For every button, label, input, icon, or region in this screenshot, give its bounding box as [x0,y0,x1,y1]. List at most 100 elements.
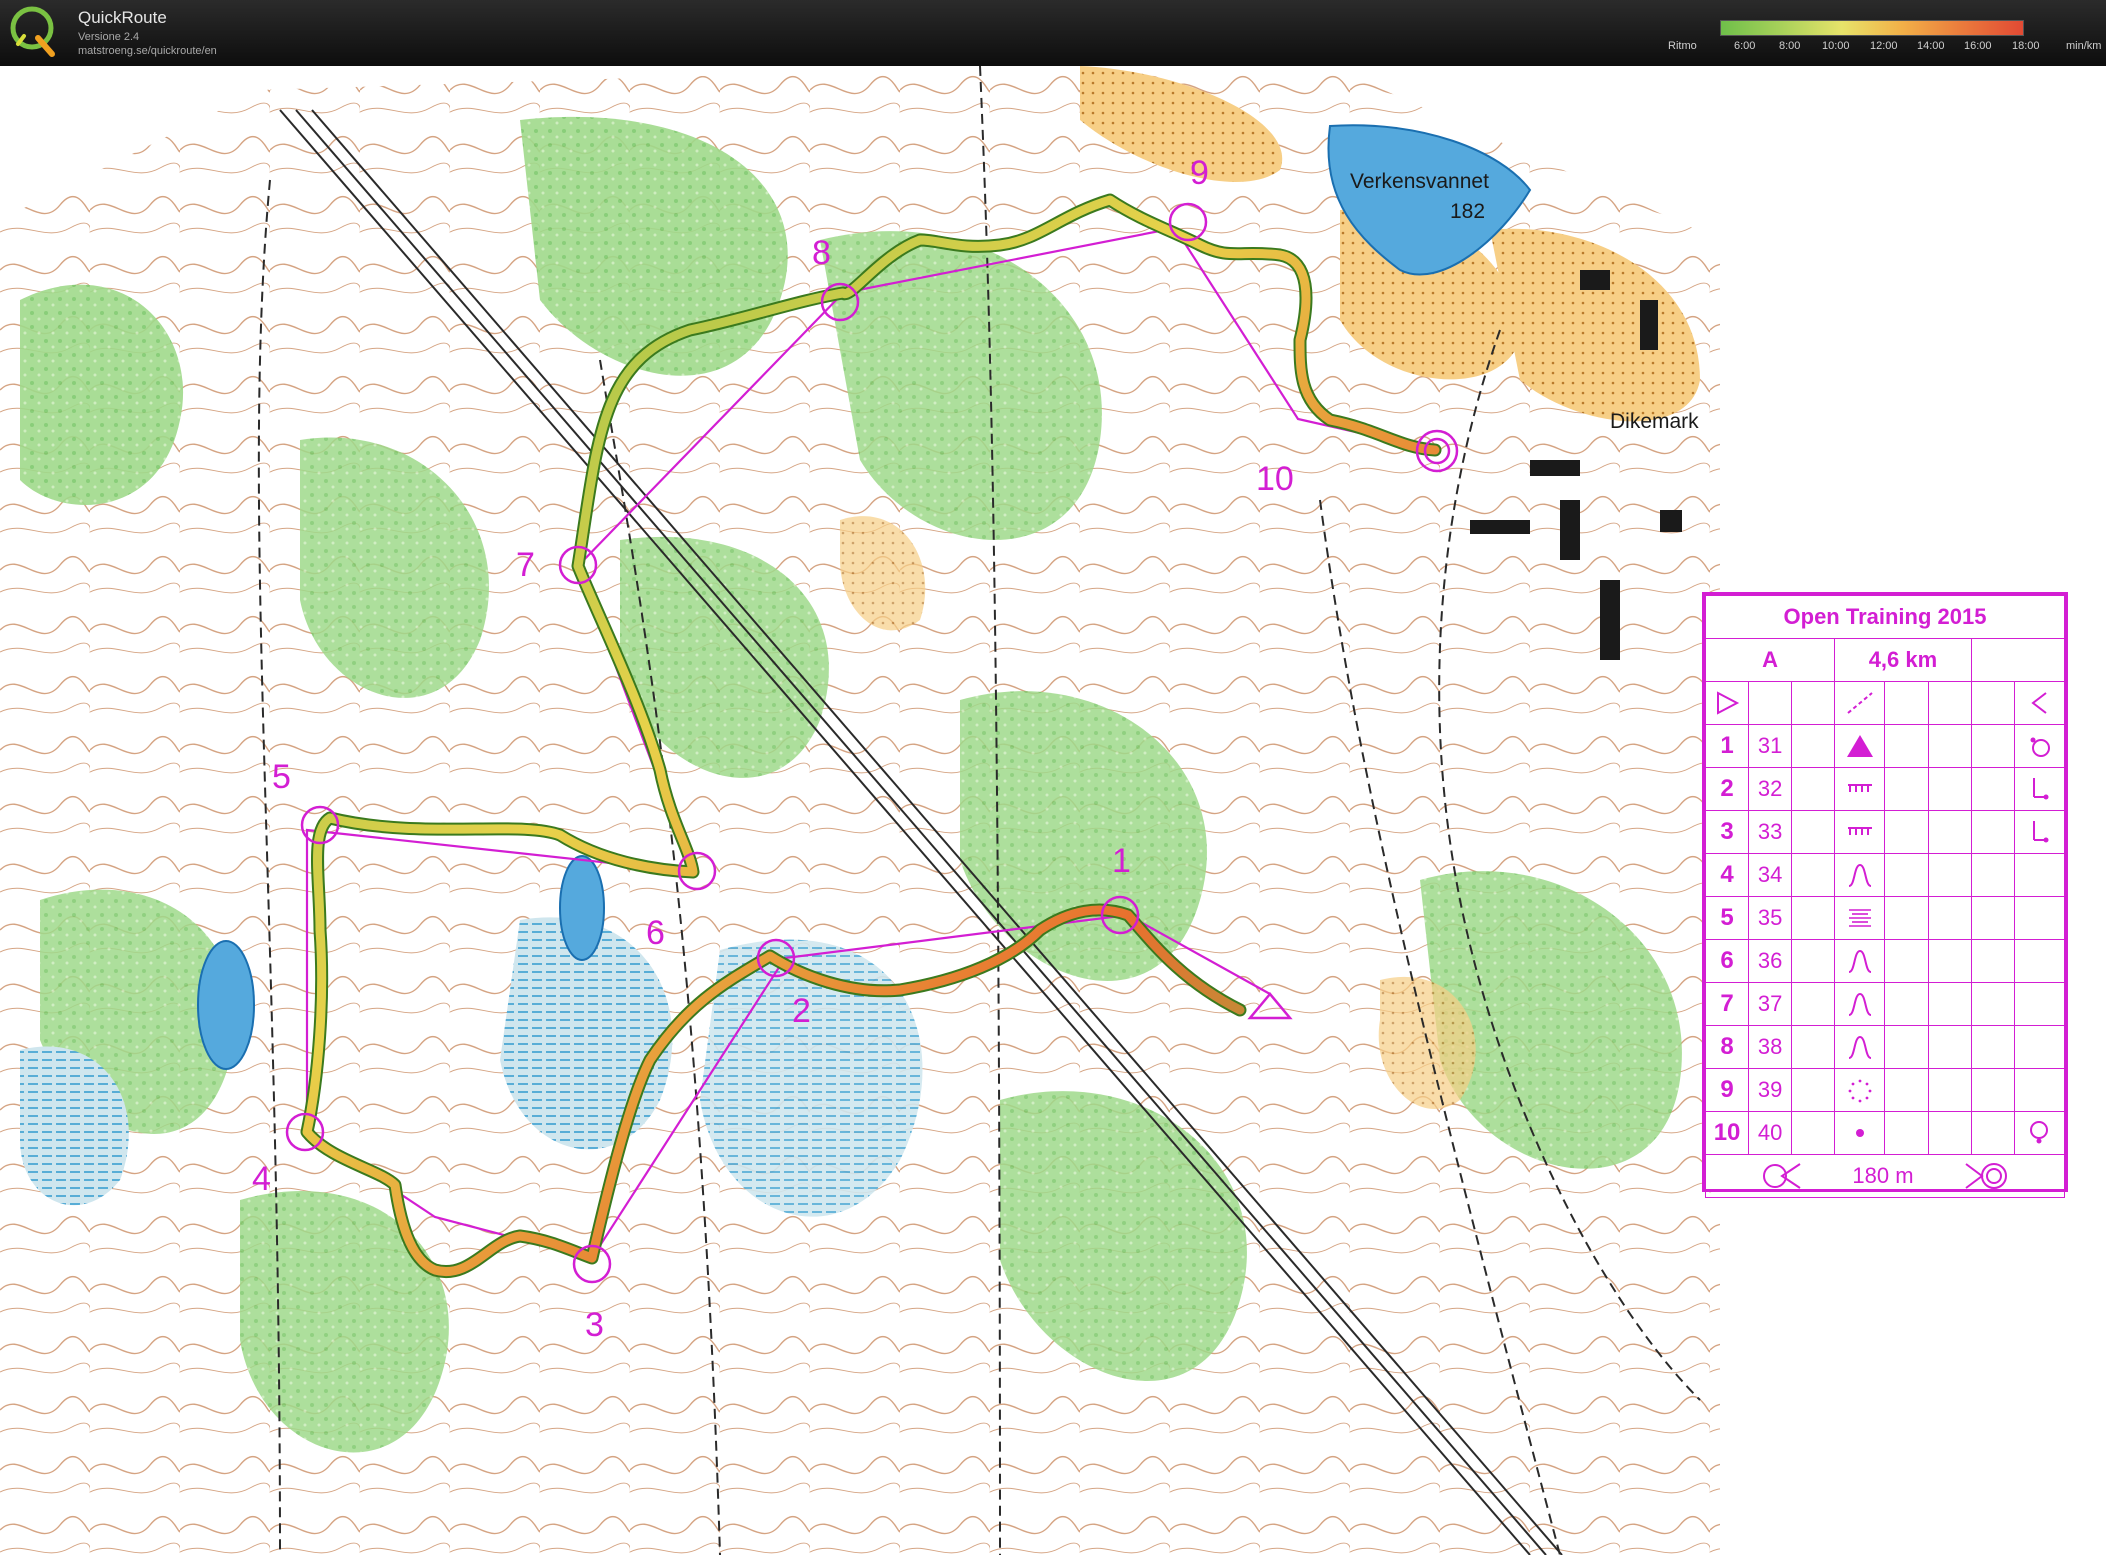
pace-tick: 10:00 [1822,40,1850,52]
feature-symbol [1834,724,1886,768]
description-row: 5 35 [1704,896,2066,940]
lake [559,855,605,961]
circle-tl-icon [2030,737,2051,757]
control-number-2: 2 [792,992,811,1030]
track-line-icon [1847,692,1873,714]
wall-icon [1847,827,1872,835]
control-code: 33 [1748,810,1793,854]
finish-row: 180 m [1705,1154,2065,1198]
control-sequence: 3 [1704,810,1750,854]
feature-symbol [1834,853,1886,897]
feature-symbol [1834,1068,1886,1112]
finish-start-icon [1763,1163,1801,1189]
pace-tick: 18:00 [2012,40,2040,52]
feature-symbol [1834,896,1886,940]
course-class: A [1704,638,1836,682]
dot-icon [1855,1129,1864,1137]
pace-tick: 16:00 [1964,40,1992,52]
control-sequence: 1 [1704,724,1750,768]
pace-tick: 6:00 [1734,40,1756,52]
control-code: 37 [1748,982,1793,1026]
app-version: Versione 2.4 matstroeng.se/quickroute/en [78,30,217,58]
feature-symbol [1834,1111,1886,1155]
location-symbol [2013,810,2066,854]
feature-symbol [1834,1025,1886,1069]
control-number-5: 5 [272,758,291,796]
finish-distance: 180 m [1852,1163,1914,1188]
start-location [2013,681,2066,725]
feature-symbol [1834,767,1886,811]
app-url[interactable]: matstroeng.se/quickroute/en [78,44,217,58]
description-row: 1 31 [1704,724,2066,768]
control-sequence: 5 [1704,896,1750,940]
control-number-1: 1 [1112,842,1131,880]
knoll-icon [1848,1035,1872,1059]
pace-tick: 12:00 [1870,40,1898,52]
control-code: 35 [1748,896,1793,940]
pace-tick: 14:00 [1917,40,1945,52]
description-row: 6 36 [1704,939,2066,983]
control-sequence: 7 [1704,982,1750,1026]
control-code: 34 [1748,853,1793,897]
control-sequence: 2 [1704,767,1750,811]
knoll-icon [1848,992,1872,1016]
feature-symbol [1834,810,1886,854]
control-number-9: 9 [1190,154,1209,192]
description-row: 2 32 [1704,767,2066,811]
start-triangle-icon [1717,691,1740,715]
lake [197,940,255,1070]
control-sequence: 9 [1704,1068,1750,1112]
foot-icon [2033,778,2049,800]
quickroute-logo-icon [10,6,55,57]
start-feature [1834,681,1886,725]
description-row: 8 38 [1704,1025,2066,1069]
pace-gradient-bar [1720,20,2024,36]
knoll-icon [1848,949,1872,973]
description-row: 7 37 [1704,982,2066,1026]
course-title: Open Training 2015 [1705,595,2065,639]
control-number-8: 8 [812,234,831,272]
lake-height: 182 [1450,200,1485,223]
marsh-icon [1848,909,1871,927]
app-title: QuickRoute [78,8,167,27]
knoll-icon [1848,863,1872,887]
pace-legend-label: Ritmo [1668,40,1697,52]
foot-icon [2033,821,2049,843]
control-sequence: 6 [1704,939,1750,983]
course-length: 4,6 km [1834,638,1972,682]
control-code: 40 [1748,1111,1793,1155]
control-sequence: 8 [1704,1025,1750,1069]
control-number-6: 6 [646,914,665,952]
control-code: 39 [1748,1068,1793,1112]
version-text: Versione 2.4 [78,31,140,43]
depression-dotted-icon [1848,1079,1872,1103]
pace-unit: min/km [2066,40,2102,52]
angle-icon [2031,692,2047,714]
location-symbol [2013,1111,2066,1155]
circle-bottom-icon [2030,1121,2049,1144]
control-number-10: 10 [1256,460,1294,498]
description-row: 10 40 [1704,1111,2066,1155]
control-sequence: 4 [1704,853,1750,897]
pace-tick: 8:00 [1779,40,1801,52]
control-sequence: 10 [1704,1111,1750,1155]
location-symbol [2013,767,2066,811]
description-row: 3 33 [1704,810,2066,854]
control-code: 32 [1748,767,1793,811]
description-row: 9 39 [1704,1068,2066,1112]
finish-end-icon [1965,1163,2007,1189]
control-code: 36 [1748,939,1793,983]
location-symbol [2013,724,2066,768]
description-row: 4 34 [1704,853,2066,897]
control-number-4: 4 [252,1160,271,1198]
app-header: QuickRoute Versione 2.4 matstroeng.se/qu… [0,0,2106,66]
control-code: 31 [1748,724,1793,768]
triangle-solid-icon [1846,735,1873,757]
orienteering-map[interactable]: 1 2 3 4 5 6 7 8 9 10 Verkensvannet 182 D… [0,66,1720,1555]
control-number-3: 3 [585,1306,604,1344]
lake-name: Verkensvannet [1350,170,1489,193]
control-code: 38 [1748,1025,1793,1069]
control-description-sheet: Open Training 2015 A 4,6 km 1 31 2 32 3 33 4 34… [1702,592,2068,1198]
feature-symbol [1834,939,1886,983]
place-name: Dikemark [1610,410,1699,433]
